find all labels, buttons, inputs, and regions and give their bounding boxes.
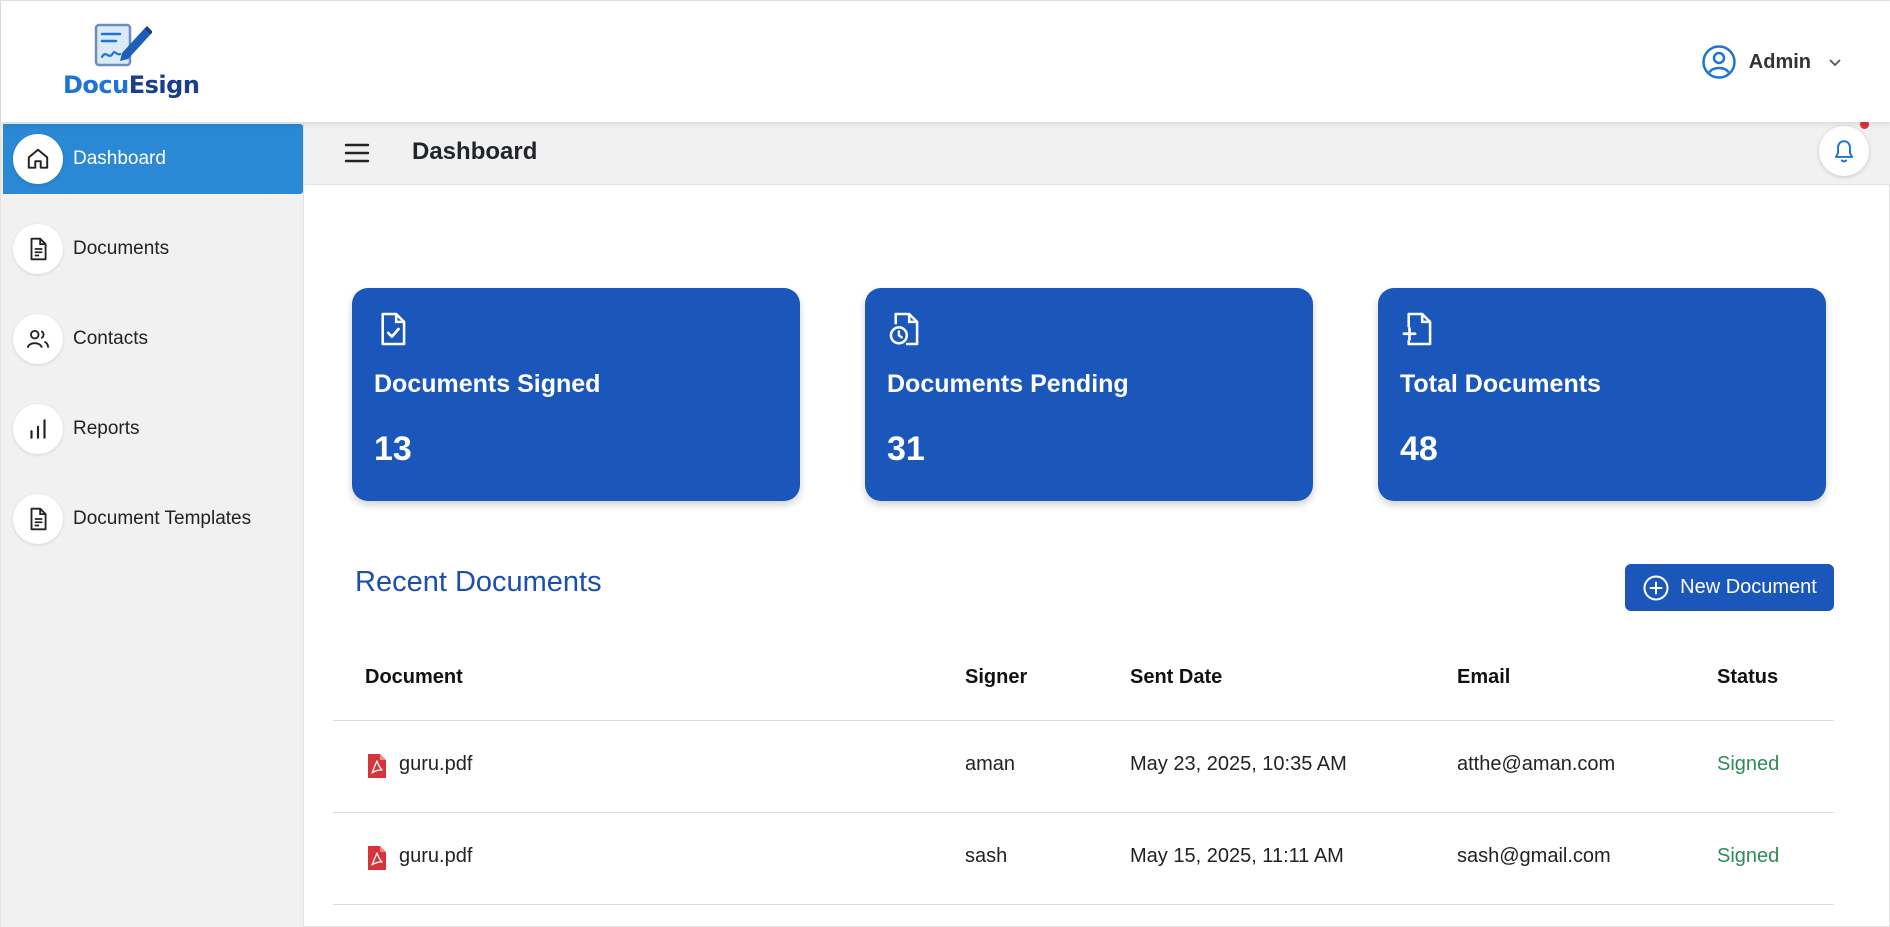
app-window: DocuEsign Admin Dashboard Documents Cont…	[0, 0, 1890, 927]
sent-date: May 23, 2025, 10:35 AM	[1130, 753, 1347, 775]
signer-email: sash@gmail.com	[1457, 845, 1611, 867]
signer-name: sash	[965, 845, 1008, 867]
page-toolbar: Dashboard	[304, 120, 1890, 185]
sidebar-item-label: Dashboard	[73, 148, 166, 169]
plus-circle-icon	[1643, 575, 1669, 600]
home-icon	[13, 134, 63, 184]
stat-label: Documents Signed	[374, 370, 601, 398]
new-document-label: New Document	[1680, 576, 1817, 598]
recent-documents-table: Document Signer Sent Date Email Status g…	[333, 647, 1834, 905]
user-name: Admin	[1748, 50, 1811, 73]
page-title: Dashboard	[412, 138, 538, 165]
brand-name: DocuEsign	[63, 71, 200, 99]
stat-value: 31	[887, 430, 925, 468]
table-row[interactable]: guru.pdf sash May 15, 2025, 11:11 AM sas…	[333, 813, 1834, 905]
document-name[interactable]: guru.pdf	[399, 845, 472, 868]
sidebar: Dashboard Documents Contacts Reports Doc…	[1, 122, 304, 927]
stat-card-total: Total Documents 48	[1378, 288, 1826, 501]
file-clock-icon	[889, 312, 919, 346]
stat-label: Total Documents	[1400, 370, 1601, 398]
chevron-down-icon	[1829, 59, 1841, 67]
sidebar-item-dashboard[interactable]: Dashboard	[3, 124, 303, 194]
user-menu[interactable]: Admin	[1701, 43, 1843, 81]
bar-chart-icon	[13, 404, 63, 454]
sidebar-item-contacts[interactable]: Contacts	[3, 304, 303, 374]
file-check-icon	[381, 312, 406, 346]
sidebar-item-reports[interactable]: Reports	[3, 394, 303, 464]
file-plus-icon	[1402, 312, 1432, 346]
sidebar-item-label: Reports	[73, 418, 140, 439]
top-header: DocuEsign Admin	[1, 1, 1890, 122]
pdf-file-icon	[368, 754, 386, 778]
sidebar-item-label: Document Templates	[73, 508, 252, 529]
sidebar-item-label: Documents	[73, 238, 170, 259]
user-circle-icon	[1702, 45, 1736, 79]
recent-documents-heading: Recent Documents	[355, 566, 602, 598]
sent-date: May 15, 2025, 11:11 AM	[1130, 845, 1344, 867]
table-row[interactable]: guru.pdf aman May 23, 2025, 10:35 AM att…	[333, 721, 1834, 813]
column-header-email: Email	[1457, 666, 1511, 688]
column-header-sent-date: Sent Date	[1130, 666, 1223, 688]
new-document-button[interactable]: New Document	[1625, 564, 1834, 611]
stat-card-pending: Documents Pending 31	[865, 288, 1313, 501]
stat-card-signed: Documents Signed 13	[352, 288, 800, 501]
stat-label: Documents Pending	[887, 370, 1129, 398]
status-badge: Signed	[1717, 845, 1780, 867]
menu-toggle-icon[interactable]	[344, 140, 370, 166]
brand-logo[interactable]: DocuEsign	[59, 21, 200, 105]
table-header: Document Signer Sent Date Email Status	[333, 647, 1834, 721]
status-badge: Signed	[1717, 753, 1780, 775]
users-icon	[13, 314, 63, 364]
bell-icon	[1834, 140, 1854, 163]
signer-name: aman	[965, 753, 1016, 775]
stat-value: 48	[1400, 430, 1438, 468]
document-template-icon	[13, 494, 63, 544]
sidebar-item-label: Contacts	[73, 328, 148, 349]
document-icon	[13, 224, 63, 274]
signature-logo-icon	[94, 23, 152, 67]
column-header-document: Document	[365, 666, 463, 688]
signer-email: atthe@aman.com	[1457, 753, 1616, 775]
column-header-signer: Signer	[965, 666, 1028, 688]
column-header-status: Status	[1717, 666, 1779, 688]
stat-value: 13	[374, 430, 412, 468]
notifications-button[interactable]	[1819, 120, 1869, 176]
pdf-file-icon	[368, 846, 386, 870]
sidebar-item-documents[interactable]: Documents	[3, 214, 303, 284]
document-name[interactable]: guru.pdf	[399, 753, 472, 776]
sidebar-item-document-templates[interactable]: Document Templates	[3, 484, 303, 554]
